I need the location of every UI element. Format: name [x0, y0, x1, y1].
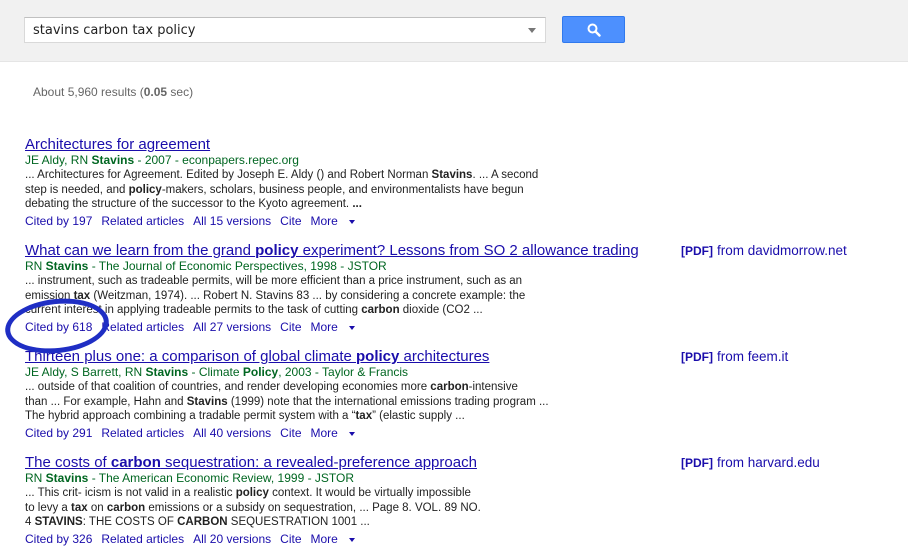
result-authors: JE Aldy, S Barrett, RN Stavins - Climate…: [25, 365, 409, 379]
more-link[interactable]: More: [311, 532, 355, 546]
cited-by-link[interactable]: Cited by 291: [25, 426, 92, 440]
caret-down-icon: [348, 431, 355, 436]
all-versions-link[interactable]: All 15 versions: [193, 214, 271, 228]
more-link[interactable]: More: [311, 426, 355, 440]
pdf-link[interactable]: [PDF] from feem.it: [681, 349, 788, 364]
related-articles-link[interactable]: Related articles: [101, 426, 184, 440]
pdf-link[interactable]: [PDF] from davidmorrow.net: [681, 243, 847, 258]
result-snippet: ... This crit- icism is not valid in a r…: [25, 487, 481, 528]
related-articles-link[interactable]: Related articles: [101, 320, 184, 334]
cited-by-link[interactable]: Cited by 197: [25, 214, 92, 228]
cite-link[interactable]: Cite: [280, 214, 301, 228]
related-articles-link[interactable]: Related articles: [101, 214, 184, 228]
caret-down-icon: [348, 537, 355, 542]
more-link[interactable]: More: [311, 320, 355, 334]
cite-link[interactable]: Cite: [280, 426, 301, 440]
result-authors: RN Stavins - The American Economic Revie…: [25, 471, 355, 485]
all-versions-link[interactable]: All 40 versions: [193, 426, 271, 440]
caret-down-icon: [348, 219, 355, 224]
related-articles-link[interactable]: Related articles: [101, 532, 184, 546]
search-button[interactable]: [562, 16, 625, 43]
result-links: Cited by 197 Related articles All 15 versi…: [25, 214, 364, 229]
caret-down-icon: [348, 325, 355, 330]
result-links: Cited by 291 Related articles All 40 versi…: [25, 426, 364, 441]
all-versions-link[interactable]: All 20 versions: [193, 532, 271, 546]
magnifier-icon: [587, 23, 601, 37]
caret-down-icon[interactable]: [528, 28, 536, 33]
result-snippet: ... outside of that coalition of countri…: [25, 381, 549, 422]
search-box[interactable]: [24, 17, 546, 43]
result-title-link[interactable]: Thirteen plus one: a comparison of globa…: [25, 348, 489, 366]
result-title-link[interactable]: The costs of carbon sequestration: a rev…: [25, 454, 477, 472]
result-snippet: ... instrument, such as tradeable permit…: [25, 275, 526, 316]
search-input[interactable]: [33, 18, 523, 42]
result-stats: About 5,960 results (0.05 sec): [33, 85, 194, 99]
result-links: Cited by 326 Related articles All 20 versi…: [25, 532, 364, 547]
result-snippet: ... Architectures for Agreement. Edited …: [25, 169, 539, 210]
result-title-link[interactable]: Architectures for agreement: [25, 136, 210, 154]
cited-by-link[interactable]: Cited by 326: [25, 532, 92, 546]
pdf-link[interactable]: [PDF] from harvard.edu: [681, 455, 820, 470]
result-title-link[interactable]: What can we learn from the grand policy …: [25, 242, 639, 260]
cite-link[interactable]: Cite: [280, 532, 301, 546]
all-versions-link[interactable]: All 27 versions: [193, 320, 271, 334]
result-authors: RN Stavins - The Journal of Economic Per…: [25, 259, 387, 273]
more-link[interactable]: More: [311, 214, 355, 228]
search-header: [0, 0, 908, 62]
result-authors: JE Aldy, RN Stavins - 2007 - econpapers.…: [25, 153, 299, 167]
cite-link[interactable]: Cite: [280, 320, 301, 334]
